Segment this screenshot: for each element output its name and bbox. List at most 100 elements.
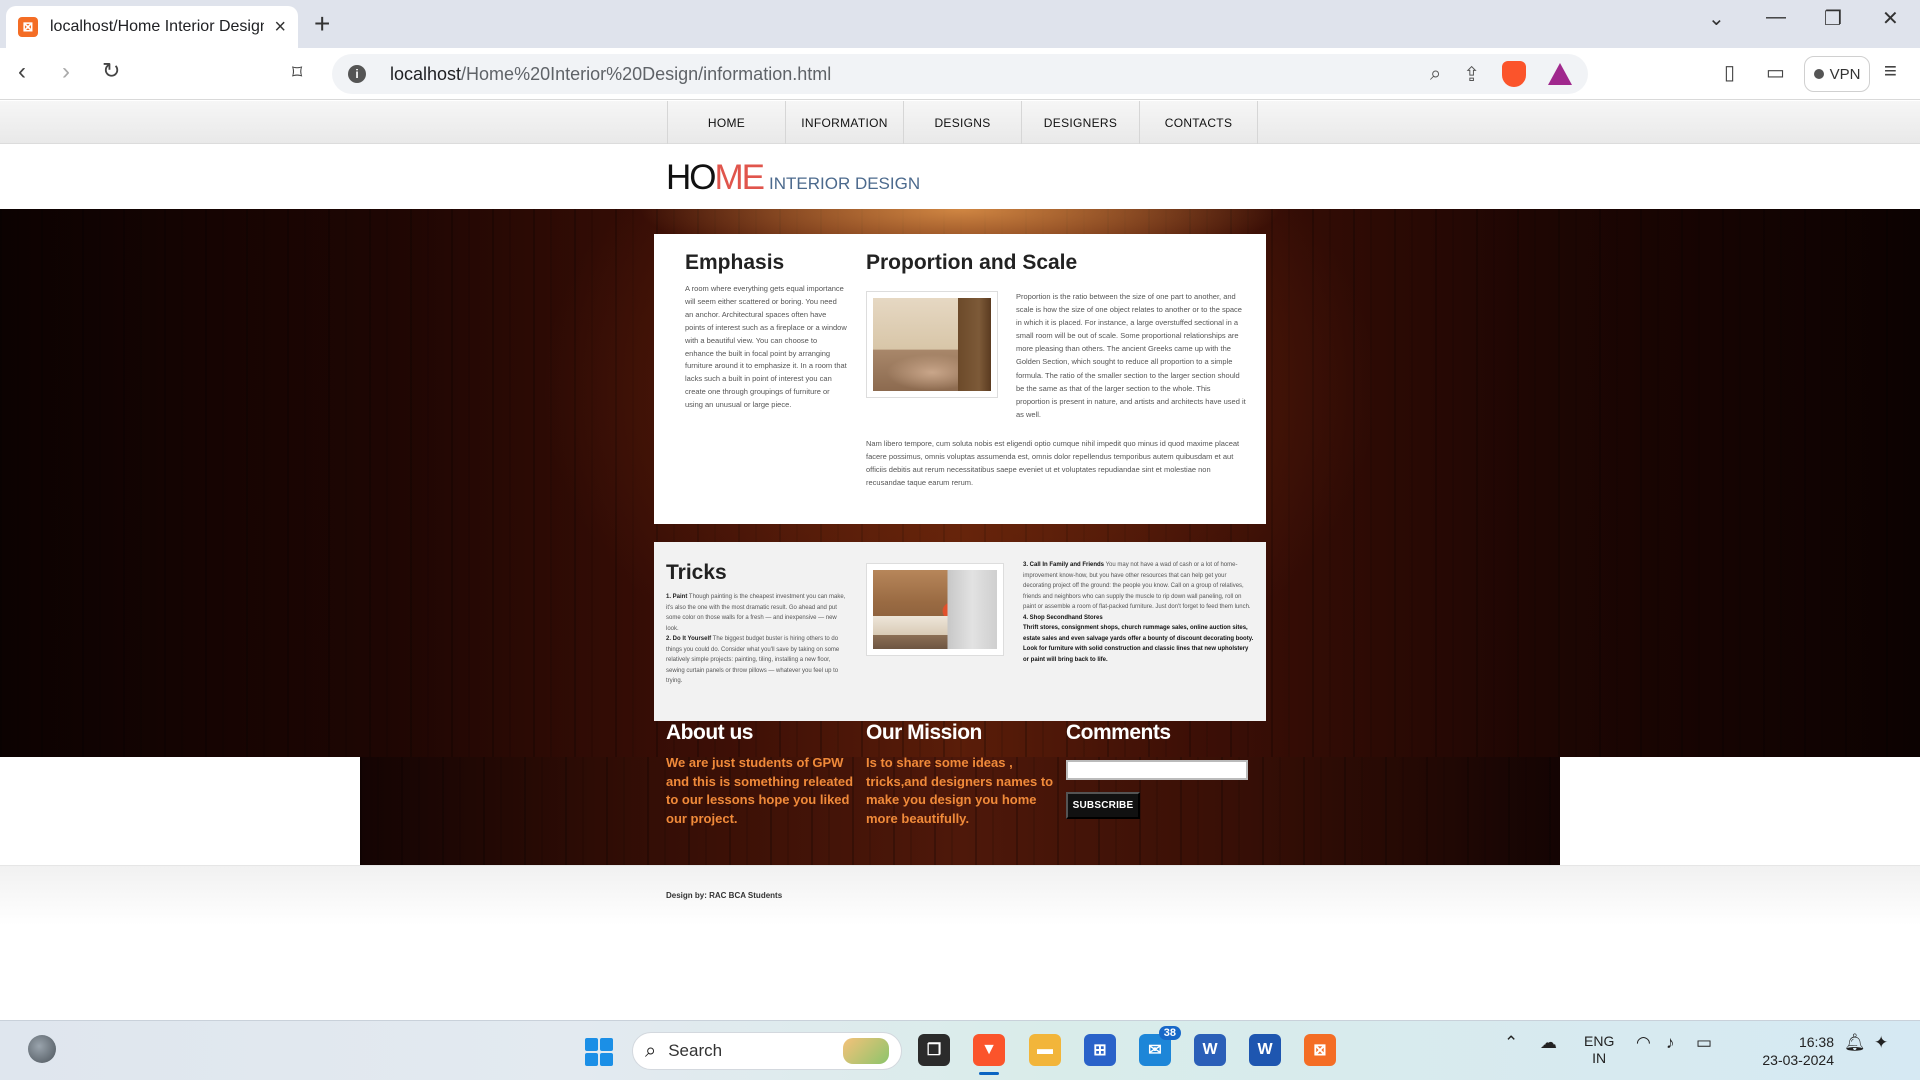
restore-icon[interactable]: ❐ [1824,6,1842,31]
share-icon[interactable]: ⇪ [1463,62,1480,87]
menu-designs[interactable]: DESIGNS [904,101,1022,144]
reload-icon[interactable]: ↻ [102,58,120,84]
outlook-icon[interactable]: ✉ 38 [1139,1026,1181,1066]
clock-time: 16:38 [1798,1034,1834,1050]
xampp-icon[interactable]: ⊠ [1304,1034,1336,1066]
tricks-text-left: 1. Paint Though painting is the cheapest… [666,592,848,687]
close-window-icon[interactable]: ✕ [1882,6,1899,31]
bookmark-icon[interactable]: ⌑ [292,60,302,85]
language-indicator[interactable]: ENG IN [1584,1033,1614,1067]
tricks-text-right: 3. Call In Family and Friends You may no… [1023,560,1255,665]
menu-contacts[interactable]: CONTACTS [1140,101,1258,144]
weather-widget-icon[interactable] [28,1035,56,1063]
living-room-photo [873,298,991,391]
clock-date: 23-03-2024 [1762,1052,1834,1068]
vpn-status-icon [1813,69,1824,79]
about-text: We are just students of GPW and this is … [666,755,854,826]
brave-shields-icon[interactable] [1502,61,1526,87]
sidebar-icon[interactable]: ▯ [1724,60,1735,85]
bedroom-photo [873,570,997,649]
logo-subtitle: INTERIOR DESIGN [769,174,921,193]
header-band: HO ME INTERIOR DESIGN [0,144,1920,209]
site-footer-bar: Design by: RAC BCA Students [0,865,1920,925]
mission-heading: Our Mission [866,721,982,744]
bedroom-image [866,563,1004,656]
tab-search-chevron-icon[interactable]: ⌄ [1708,6,1725,31]
minimize-icon[interactable]: — [1766,6,1786,29]
volume-icon[interactable]: ♪ [1666,1033,1675,1053]
comments-column: Comments [1066,721,1266,745]
info-panel: Emphasis A room where everything gets eq… [654,234,1266,524]
site-info-icon[interactable]: i [348,65,366,83]
subscribe-button[interactable]: SUBSCRIBE [1066,792,1140,819]
battery-icon[interactable]: ▭ [1696,1033,1712,1053]
search-highlight-icon [843,1038,889,1064]
comments-heading: Comments [1066,721,1171,744]
brave-browser-icon[interactable]: ▼ [973,1034,1005,1066]
microsoft-store-icon[interactable]: ⊞ [1084,1034,1116,1066]
word-icon-2[interactable]: W [1249,1034,1281,1066]
tab-close-icon[interactable]: × [274,16,286,39]
about-column: About us We are just students of GPW and… [666,721,856,828]
task-view-icon[interactable]: ❐ [918,1034,950,1066]
address-bar[interactable]: i localhost/Home%20Interior%20Design/inf… [332,54,1588,94]
browser-tab-active[interactable]: ⊠ localhost/Home Interior Design/ × [6,6,298,48]
wallet-icon[interactable]: ▭ [1766,60,1785,85]
trick-1-text: Though painting is the cheapest investme… [666,594,846,632]
tab-title: localhost/Home Interior Design/ [50,18,264,35]
taskbar-search[interactable]: ⌕ Search [632,1032,902,1070]
vpn-button[interactable]: VPN [1804,56,1870,92]
url-path: /Home%20Interior%20Design/information.ht… [461,63,832,84]
trick-2-label: 2. Do It Yourself [666,636,712,642]
comment-input[interactable] [1066,760,1248,780]
emphasis-text: A room where everything gets equal impor… [685,284,847,410]
active-app-indicator [979,1072,999,1075]
clock[interactable]: 16:38 23-03-2024 [1762,1033,1834,1069]
notifications-icon[interactable]: 🔔︎ [1844,1033,1866,1053]
lorem-text: Nam libero tempore, cum soluta nobis est… [866,439,1240,487]
design-credit: Design by: RAC BCA Students [666,891,783,900]
forward-icon[interactable]: › [62,58,70,86]
trick-3-text: You may not have a wad of cash or a lot … [1023,562,1251,610]
proportion-text: Proportion is the ratio between the size… [1016,292,1246,419]
living-room-image [866,291,998,398]
notification-badge: 38 [1158,1026,1181,1040]
wifi-icon[interactable]: ◠ [1636,1033,1651,1053]
file-explorer-icon[interactable]: ▬ [1029,1034,1061,1066]
taskbar: ⌕ Search ❐ ▼ ▬ ⊞ ✉ 38 W W ⊠ ⌃ ☁ ENG IN ◠ … [0,1020,1920,1080]
browser-tab-bar: ⊠ localhost/Home Interior Design/ × + ⌄ … [0,0,1920,48]
logo-part1: HO [666,158,716,197]
emphasis-heading: Emphasis [685,251,785,274]
proportion-heading: Proportion and Scale [866,251,1078,274]
zoom-icon[interactable]: ⌕ [1430,63,1441,86]
back-icon[interactable]: ‹ [18,58,26,86]
show-hidden-icons-icon[interactable]: ⌃ [1504,1033,1518,1053]
menu-icon[interactable]: ≡ [1884,58,1897,84]
menu-information[interactable]: INFORMATION [786,101,904,144]
menu-designers[interactable]: DESIGNERS [1022,101,1140,144]
browser-toolbar: ‹ › ↻ ⌑ i localhost/Home%20Interior%20De… [0,48,1920,100]
copilot-icon[interactable]: ✦ [1874,1033,1888,1053]
lang-line1: ENG [1584,1033,1615,1049]
tricks-heading: Tricks [666,561,727,584]
menu-home[interactable]: HOME [668,101,786,144]
site-logo[interactable]: HO ME INTERIOR DESIGN [666,158,920,198]
lang-line2: IN [1592,1050,1607,1066]
url-host: localhost [390,63,462,84]
windows-start-icon[interactable] [585,1038,613,1066]
trick-2-text: The biggest budget buster is hiring othe… [666,636,840,684]
url-text[interactable]: localhost/Home%20Interior%20Design/infor… [390,64,831,85]
trick-1-label: 1. Paint [666,594,688,600]
new-tab-icon[interactable]: + [314,8,330,40]
mission-column: Our Mission Is to share some ideas , tri… [866,721,1062,828]
mission-text: Is to share some ideas , tricks,and desi… [866,755,1054,826]
brave-rewards-icon[interactable] [1548,63,1572,85]
site-navigation: HOME INFORMATION DESIGNS DESIGNERS CONTA… [0,101,1920,144]
search-icon: ⌕ [645,1039,657,1062]
onedrive-icon[interactable]: ☁ [1540,1033,1557,1053]
web-page: HOME INFORMATION DESIGNS DESIGNERS CONTA… [0,101,1920,1019]
trick-4-label: 4. Shop Secondhand Stores [1023,614,1103,621]
word-icon[interactable]: W [1194,1034,1226,1066]
trick-3-label: 3. Call In Family and Friends [1023,562,1105,568]
vpn-label: VPN [1829,65,1861,83]
